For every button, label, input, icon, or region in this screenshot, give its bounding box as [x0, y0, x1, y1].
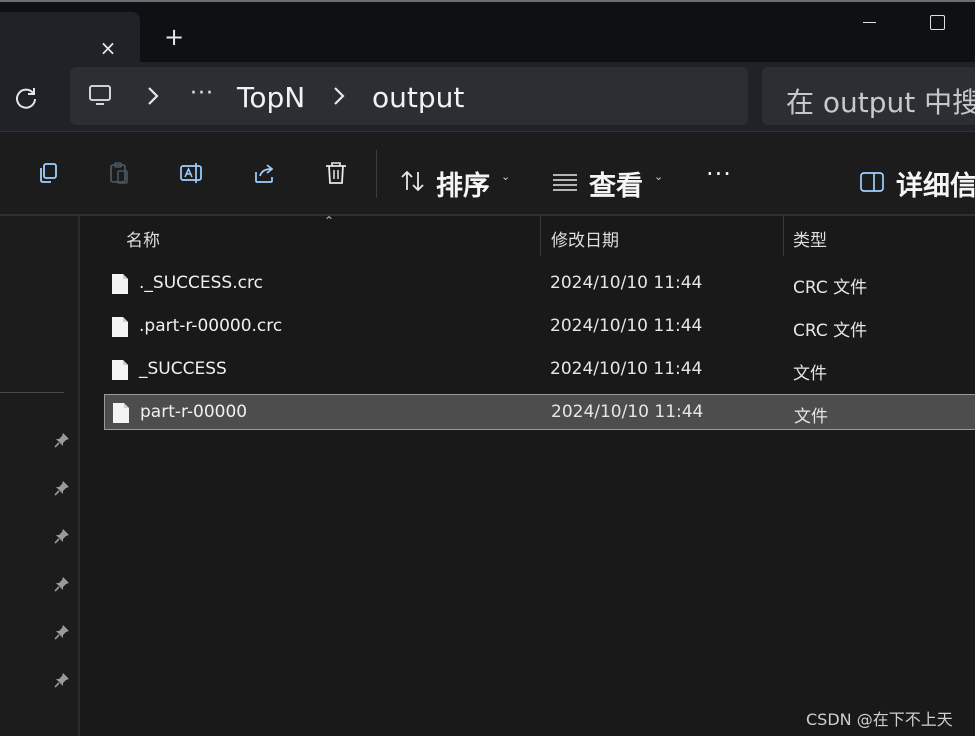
navigation-separator: [0, 392, 64, 393]
copy-icon[interactable]: [35, 160, 61, 186]
chevron-right-icon[interactable]: [146, 85, 160, 107]
file-row[interactable]: .part-r-00000.crc 2024/10/10 11:44 CRC 文…: [104, 309, 975, 345]
watermark: CSDN @在下不上天: [806, 710, 953, 729]
file-type: 文件: [793, 364, 827, 384]
file-icon: [112, 274, 128, 294]
pin-icon[interactable]: [54, 624, 70, 640]
column-header-type[interactable]: 类型: [793, 226, 827, 251]
details-pane-icon[interactable]: [860, 170, 886, 196]
address-bar[interactable]: ··· TopN output: [70, 67, 748, 125]
file-row[interactable]: ._SUCCESS.crc 2024/10/10 11:44 CRC 文件: [104, 266, 975, 302]
column-divider[interactable]: [783, 216, 784, 256]
delete-icon[interactable]: [323, 160, 349, 186]
details-button[interactable]: 详细信: [896, 164, 975, 203]
browser-tab[interactable]: ×: [0, 12, 140, 62]
minimize-icon[interactable]: [858, 12, 882, 32]
file-type: CRC 文件: [793, 321, 868, 341]
this-pc-icon[interactable]: [88, 84, 114, 108]
search-placeholder[interactable]: 在 output 中搜: [786, 81, 975, 121]
view-button[interactable]: 查看: [589, 164, 643, 203]
pin-icon[interactable]: [54, 576, 70, 592]
pin-icon[interactable]: [54, 528, 70, 544]
navigation-pane: [0, 216, 78, 736]
file-name: part-r-00000: [140, 402, 248, 422]
file-date: 2024/10/10 11:44: [550, 273, 703, 293]
column-header-date[interactable]: 修改日期: [551, 226, 619, 251]
file-icon: [112, 360, 128, 380]
file-icon: [113, 403, 129, 423]
file-name: .part-r-00000.crc: [139, 316, 283, 336]
file-date: 2024/10/10 11:44: [551, 402, 704, 422]
breadcrumb-topn[interactable]: TopN: [237, 81, 305, 114]
file-date: 2024/10/10 11:44: [550, 359, 703, 379]
paste-icon[interactable]: [106, 160, 132, 186]
column-header-name[interactable]: 名称: [126, 226, 160, 251]
breadcrumb-output[interactable]: output: [372, 81, 464, 114]
file-row-selected[interactable]: part-r-00000 2024/10/10 11:44 文件: [104, 394, 975, 430]
file-type: CRC 文件: [793, 278, 868, 298]
pin-icon[interactable]: [54, 432, 70, 448]
breadcrumb-overflow[interactable]: ···: [190, 81, 214, 106]
more-options-button[interactable]: ···: [706, 160, 732, 188]
chevron-right-icon[interactable]: [332, 85, 346, 107]
command-bar: 排序 ⌄ 查看 ⌄ ··· 详细信: [0, 132, 975, 214]
search-box[interactable]: 在 output 中搜: [762, 67, 975, 125]
pin-icon[interactable]: [54, 672, 70, 688]
title-bar: × +: [0, 0, 975, 62]
file-row[interactable]: _SUCCESS 2024/10/10 11:44 文件: [104, 352, 975, 388]
chevron-down-icon[interactable]: ⌄: [501, 170, 510, 183]
sort-button[interactable]: 排序: [436, 164, 490, 203]
sort-icon[interactable]: [400, 168, 426, 194]
close-tab-icon[interactable]: ×: [96, 36, 120, 60]
column-divider[interactable]: [540, 216, 541, 256]
share-icon[interactable]: [252, 160, 278, 186]
toolbar-divider: [376, 150, 377, 198]
sort-ascending-icon: ⌃: [324, 214, 335, 228]
refresh-icon[interactable]: [12, 84, 40, 112]
chevron-down-icon[interactable]: ⌄: [654, 170, 663, 183]
file-name: ._SUCCESS.crc: [139, 273, 263, 293]
file-date: 2024/10/10 11:44: [550, 316, 703, 336]
file-icon: [112, 317, 128, 337]
file-type: 文件: [794, 407, 828, 427]
rename-icon[interactable]: [179, 160, 205, 186]
maximize-icon[interactable]: [930, 15, 945, 30]
window-top-border: [0, 0, 975, 2]
view-icon[interactable]: [552, 170, 578, 196]
address-row: ··· TopN output 在 output 中搜: [0, 62, 975, 132]
file-list: ⌃ 名称 修改日期 类型 ._SUCCESS.crc 2024/10/10 11…: [80, 214, 975, 736]
new-tab-icon[interactable]: +: [162, 25, 186, 49]
pin-icon[interactable]: [54, 480, 70, 496]
file-name: _SUCCESS: [139, 359, 227, 379]
